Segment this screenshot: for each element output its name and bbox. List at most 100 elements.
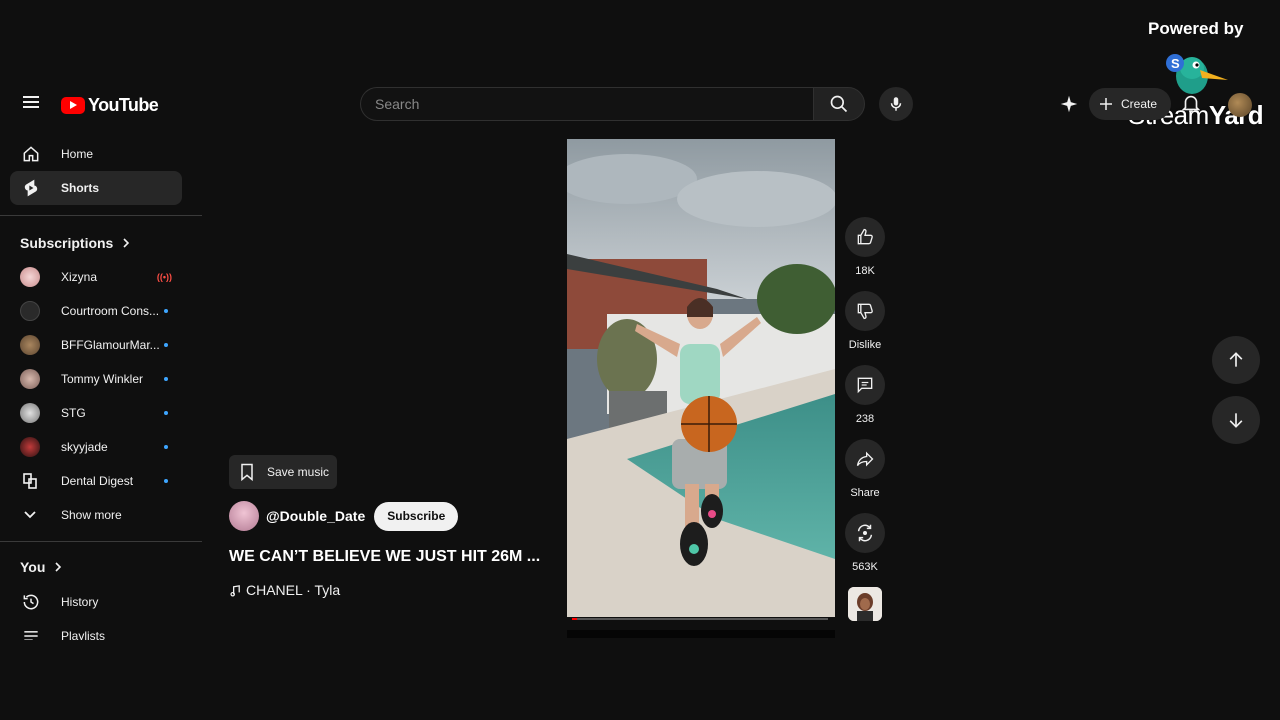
dislike-button[interactable] [845, 291, 885, 331]
voice-search-button[interactable] [879, 87, 913, 121]
powered-by-text: Powered by [1148, 19, 1244, 38]
chevron-right-icon [123, 238, 130, 248]
playlists-icon [21, 626, 41, 640]
like-count: 18K [855, 265, 875, 277]
plus-icon [1100, 98, 1112, 110]
masthead: YouTube Create [0, 80, 1280, 130]
sidebar-item-home[interactable]: Home [10, 137, 182, 171]
sidebar-item-history[interactable]: History [10, 585, 182, 619]
channel-name[interactable]: @Double_Date [266, 508, 365, 524]
history-icon [21, 592, 41, 612]
ai-spark-button[interactable] [1058, 93, 1082, 117]
subscription-name: Dental Digest [61, 474, 134, 488]
remix-count: 563K [852, 561, 878, 573]
channel-avatar[interactable] [229, 501, 259, 531]
share-arrow-icon [856, 451, 874, 467]
youtube-logo[interactable]: YouTube [61, 95, 159, 115]
account-avatar[interactable] [1228, 93, 1252, 117]
sparkle-icon [1060, 95, 1078, 113]
shorts-icon [21, 178, 41, 198]
video-frame-image [567, 139, 835, 617]
channel-row: @Double_Date Subscribe [229, 501, 459, 531]
sidebar-item-label: History [61, 595, 99, 609]
sound-thumbnail-image [848, 587, 882, 621]
you-heading[interactable]: You [20, 559, 63, 575]
notifications-button[interactable] [1180, 92, 1204, 116]
music-note-icon [230, 584, 240, 596]
share-action: Share [845, 439, 885, 499]
share-label: Share [850, 487, 880, 499]
new-content-dot [164, 343, 168, 347]
subscription-name: Tommy Winkler [61, 372, 144, 386]
show-more-button[interactable]: Show more [10, 498, 182, 532]
sidebar-item-shorts[interactable]: Shorts [10, 171, 182, 205]
thumbs-down-icon [857, 303, 873, 320]
youtube-play-icon [61, 96, 85, 114]
subscription-item[interactable]: Dental Digest [10, 464, 182, 498]
new-content-dot [164, 479, 168, 483]
subscriptions-heading[interactable]: Subscriptions [20, 235, 131, 251]
letterbox-top [0, 0, 1280, 80]
sidebar-item-label: Playlists [61, 629, 106, 640]
chevron-right-icon [55, 562, 62, 572]
bookmark-icon [241, 463, 253, 482]
search-box [360, 87, 813, 121]
subscription-item[interactable]: BFFGlamourMar... [10, 328, 182, 362]
subscription-name: BFFGlamourMar... [61, 338, 160, 352]
sidebar-item-label: Home [61, 147, 94, 161]
channel-avatar [20, 471, 40, 491]
save-music-button[interactable]: Save music [229, 455, 338, 489]
show-more-label: Show more [61, 508, 122, 522]
share-button[interactable] [845, 439, 885, 479]
subscription-name: STG [61, 406, 86, 420]
channel-avatar [20, 437, 40, 457]
subscription-name: skyyjade [61, 440, 108, 454]
subscription-name: Courtroom Cons... [61, 304, 160, 318]
new-content-dot [164, 309, 168, 313]
next-short-button[interactable] [1212, 396, 1260, 444]
create-button[interactable]: Create [1089, 88, 1172, 120]
like-action: 18K [845, 217, 885, 277]
subscription-name: Xizyna [61, 270, 98, 284]
channel-avatar [20, 301, 40, 321]
comments-button[interactable] [845, 365, 885, 405]
search-button[interactable] [813, 87, 865, 121]
sidebar-divider [0, 215, 202, 216]
subscription-item[interactable]: skyyjade [10, 430, 182, 464]
comment-count: 238 [855, 413, 875, 425]
sound-thumbnail[interactable] [848, 587, 882, 621]
like-button[interactable] [845, 217, 885, 257]
svg-text:S: S [1171, 56, 1180, 71]
sidebar-item-playlists[interactable]: Playlists [10, 619, 182, 640]
thumbs-up-icon [857, 228, 873, 245]
video-progress-bar[interactable] [572, 618, 828, 620]
remix-button[interactable] [845, 513, 885, 553]
create-label: Create [1121, 97, 1158, 111]
subscribe-button[interactable]: Subscribe [374, 501, 459, 531]
live-icon: ((•)) [156, 272, 172, 282]
menu-button[interactable] [19, 93, 43, 117]
subscription-item[interactable]: Tommy Winkler [10, 362, 182, 396]
subscription-item[interactable]: STG [10, 396, 182, 430]
video-progress-fill [572, 618, 578, 620]
channel-avatar [20, 335, 40, 355]
shorts-video-player[interactable] [567, 139, 835, 617]
music-link[interactable]: CHANEL · Tyla [229, 582, 340, 598]
microphone-icon [890, 97, 902, 111]
music-label: CHANEL · Tyla [246, 582, 341, 598]
subscription-item[interactable]: Xizyna ((•)) [10, 260, 182, 294]
search-input[interactable] [375, 96, 813, 112]
subscription-item[interactable]: Courtroom Cons... [10, 294, 182, 328]
remix-action: 563K [845, 513, 885, 573]
short-title[interactable]: WE CAN’T BELIEVE WE JUST HIT 26M ... [229, 548, 549, 566]
previous-short-button[interactable] [1212, 336, 1260, 384]
dislike-label: Dislike [848, 339, 882, 351]
bell-icon [1181, 95, 1201, 113]
dislike-action: Dislike [845, 291, 885, 351]
you-title: You [20, 559, 46, 575]
new-content-dot [164, 377, 168, 381]
remix-icon [857, 524, 873, 542]
arrow-up-icon [1229, 352, 1243, 367]
new-content-dot [164, 411, 168, 415]
sidebar-item-label: Shorts [61, 181, 100, 195]
